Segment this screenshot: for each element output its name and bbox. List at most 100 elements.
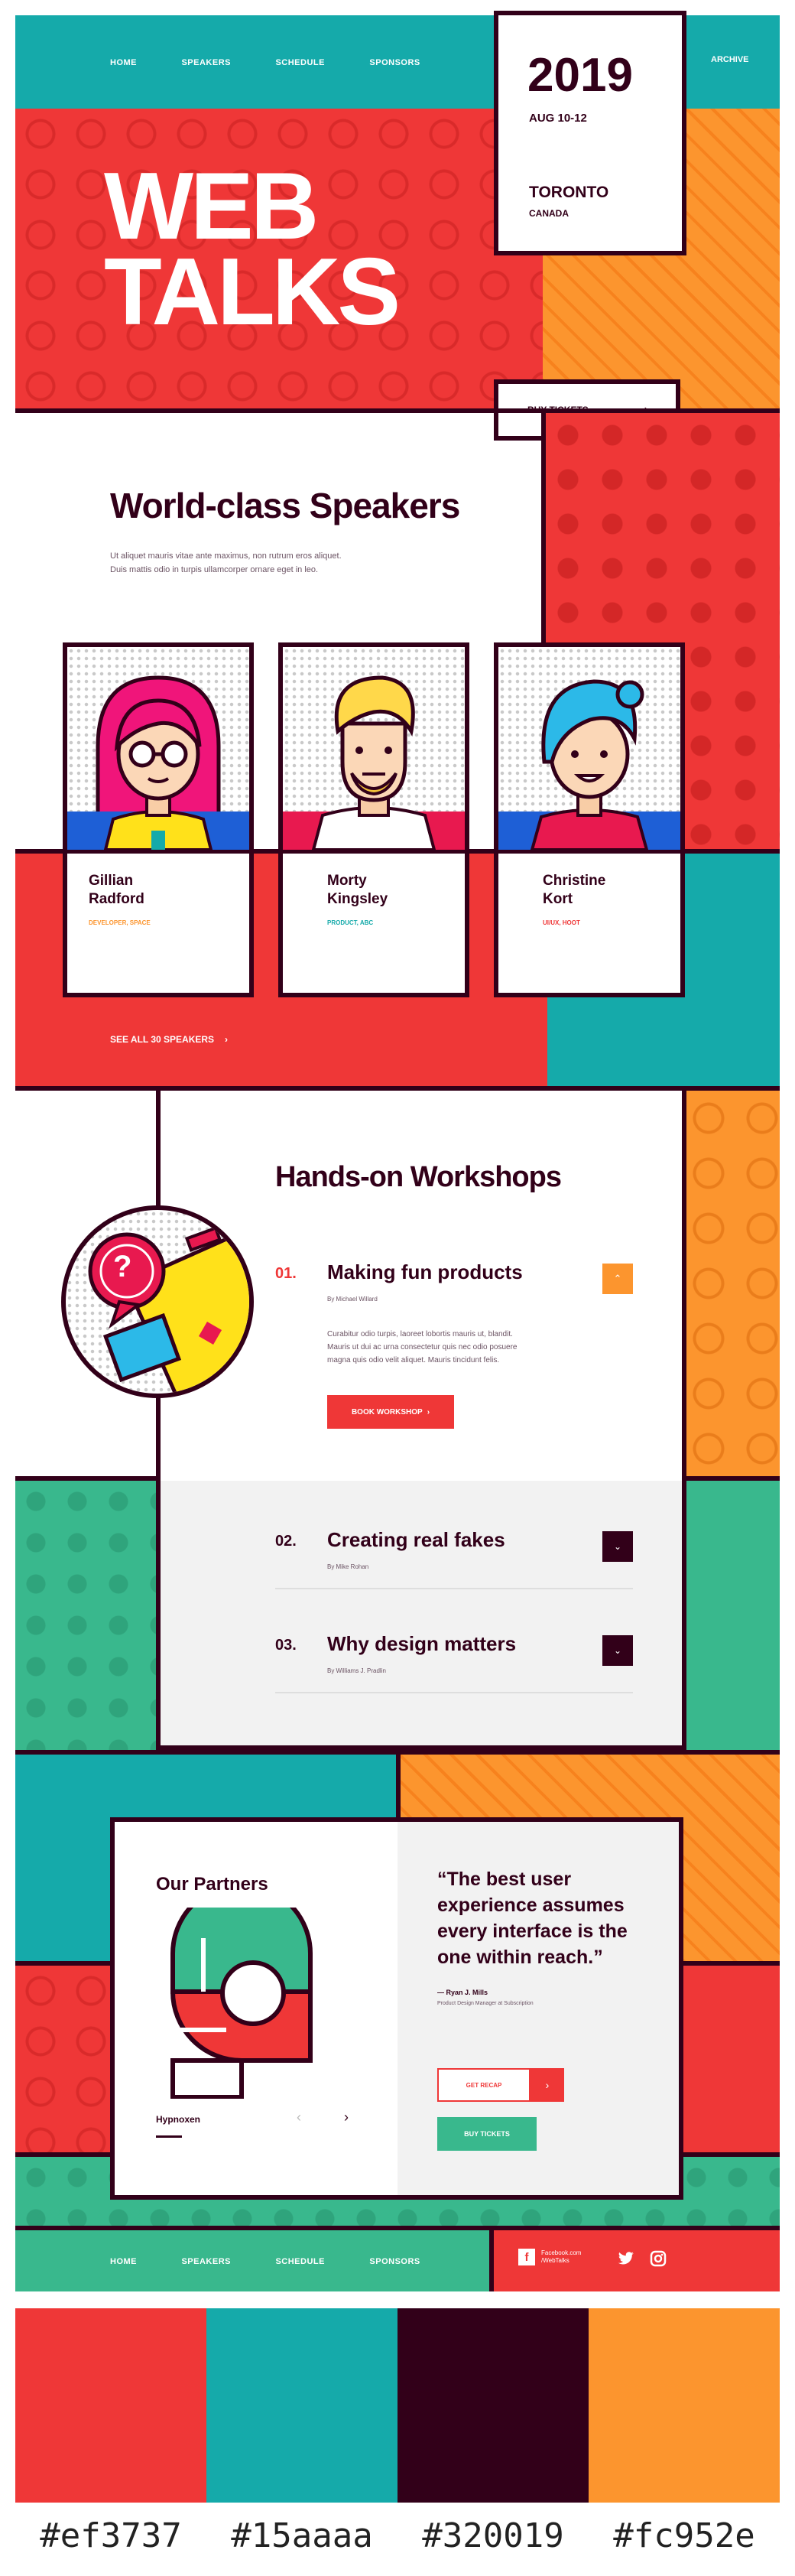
workshop-right-green bbox=[682, 1481, 780, 1750]
workshop-author: By Williams J. Pradlin bbox=[327, 1667, 386, 1674]
prev-partner-button[interactable]: ‹ bbox=[297, 2109, 301, 2126]
chevron-left-icon: ‹ bbox=[297, 2109, 301, 2125]
workshop-illustration: ? bbox=[61, 1205, 254, 1398]
footer-nav-sponsors[interactable]: SPONSORS bbox=[369, 2257, 420, 2266]
speaker-role: DEVELOPER, SPACE bbox=[89, 919, 151, 926]
footer-nav-schedule[interactable]: SCHEDULE bbox=[275, 2257, 325, 2266]
hero-title: WEB TALKS bbox=[104, 159, 401, 340]
partner-indicator bbox=[156, 2135, 182, 2138]
workshop-description-line1: Curabitur odio turpis, laoreet lobortis … bbox=[327, 1330, 513, 1338]
speaker-card[interactable]: Christine Kort UI/UX, HOOT bbox=[494, 642, 685, 997]
speaker-role: PRODUCT, ABC bbox=[327, 919, 374, 926]
palette-labels: #ef3737 #15aaaa #320019 #fc952e bbox=[15, 2516, 780, 2555]
swatch-label: #ef3737 bbox=[40, 2516, 182, 2555]
speakers-title: World-class Speakers bbox=[110, 486, 460, 525]
speaker-name: Morty Kingsley bbox=[327, 872, 388, 909]
speaker-last-name: Kort bbox=[543, 891, 573, 907]
partners-panel: Our Partners Hypnoxen ‹ › “The best user… bbox=[110, 1817, 683, 2200]
facebook-label: Facebook.com /WebTalks bbox=[541, 2249, 581, 2265]
page: HOME SPEAKERS SCHEDULE SPONSORS ARCHIVE … bbox=[0, 0, 795, 2576]
nav-schedule[interactable]: SCHEDULE bbox=[275, 58, 325, 67]
footer-nav-bar: HOME SPEAKERS SCHEDULE SPONSORS bbox=[15, 2230, 494, 2291]
event-year: 2019 bbox=[527, 49, 633, 102]
speaker-name: Gillian Radford bbox=[89, 872, 144, 909]
workshop-description-line3: magna quis odio velit aliquet. Mauris ti… bbox=[327, 1356, 500, 1364]
nav-archive[interactable]: ARCHIVE bbox=[711, 55, 749, 64]
separator bbox=[275, 1692, 633, 1693]
partners-buy-tickets-label: BUY TICKETS bbox=[464, 2130, 510, 2138]
see-all-speakers-link[interactable]: SEE ALL 30 SPEAKERS › bbox=[110, 1034, 228, 1045]
book-workshop-button[interactable]: BOOK WORKSHOP › bbox=[327, 1395, 454, 1429]
testimonial-quote: “The best user experience assumes every … bbox=[437, 1866, 628, 1970]
event-info-card: 2019 AUG 10-12 TORONTO CANADA bbox=[494, 11, 686, 255]
footer-nav-speakers[interactable]: SPEAKERS bbox=[181, 2257, 231, 2266]
book-workshop-label: BOOK WORKSHOP bbox=[351, 1407, 423, 1416]
chevron-down-icon: ⌄ bbox=[613, 1645, 622, 1656]
swatch-label: #fc952e bbox=[613, 2516, 755, 2555]
testimonial-quote-line3: every interface is the bbox=[437, 1921, 628, 1942]
nav-home[interactable]: HOME bbox=[110, 58, 137, 67]
swatch-dark bbox=[398, 2308, 589, 2503]
expand-button[interactable]: ⌄ bbox=[602, 1531, 633, 1562]
speaker-avatar bbox=[283, 647, 465, 854]
workshop-title[interactable]: Why design matters bbox=[327, 1632, 516, 1656]
workshop-description: Curabitur odio turpis, laoreet lobortis … bbox=[327, 1328, 517, 1367]
speaker-avatar bbox=[498, 647, 680, 854]
testimonial-author: — Ryan J. Mills bbox=[437, 1989, 488, 1996]
speaker-first-name: Gillian bbox=[89, 873, 134, 889]
question-bubble-icon bbox=[88, 1226, 249, 1394]
speaker-first-name: Christine bbox=[543, 873, 606, 889]
speaker-last-name: Kingsley bbox=[327, 891, 388, 907]
facebook-icon: f bbox=[518, 2249, 535, 2265]
speaker-first-name: Morty bbox=[327, 873, 367, 889]
footer-nav-home[interactable]: HOME bbox=[110, 2257, 137, 2266]
testimonial-author-role: Product Design Manager at Subscription bbox=[437, 2001, 534, 2006]
swatch-teal bbox=[206, 2308, 398, 2503]
man-avatar-icon bbox=[283, 675, 465, 851]
facebook-link[interactable]: f Facebook.com /WebTalks bbox=[518, 2249, 581, 2265]
chevron-up-icon: ⌃ bbox=[613, 1273, 622, 1284]
speaker-avatar bbox=[67, 647, 249, 854]
partners-title: Our Partners bbox=[156, 1874, 268, 1895]
facebook-label-line2: /WebTalks bbox=[541, 2257, 569, 2264]
footer-social-bar: f Facebook.com /WebTalks bbox=[494, 2230, 780, 2291]
nav-sponsors[interactable]: SPONSORS bbox=[369, 58, 420, 67]
partner-name: Hypnoxen bbox=[156, 2114, 201, 2125]
chevron-right-icon: › bbox=[225, 1034, 229, 1045]
partners-buy-tickets-button[interactable]: BUY TICKETS bbox=[437, 2117, 537, 2151]
speakers-intro-line1: Ut aliquet mauris vitae ante maximus, no… bbox=[110, 551, 342, 561]
speaker-card[interactable]: Gillian Radford DEVELOPER, SPACE bbox=[63, 642, 254, 997]
expand-button[interactable]: ⌄ bbox=[602, 1635, 633, 1666]
twitter-icon[interactable] bbox=[618, 2252, 634, 2265]
workshop-number: 02. bbox=[275, 1533, 297, 1550]
submit-arrow-button[interactable]: › bbox=[531, 2068, 564, 2102]
speaker-last-name: Radford bbox=[89, 891, 144, 907]
partner-logo-icon bbox=[170, 1908, 313, 2099]
speaker-name: Christine Kort bbox=[543, 872, 605, 909]
speaker-card[interactable]: Morty Kingsley PRODUCT, ABC bbox=[278, 642, 469, 997]
woman-blue-hair-avatar-icon bbox=[498, 679, 680, 851]
workshop-title[interactable]: Making fun products bbox=[327, 1260, 523, 1284]
next-partner-button[interactable]: › bbox=[344, 2109, 349, 2126]
collapse-button[interactable]: ⌃ bbox=[602, 1264, 633, 1294]
workshop-author: By Michael Willard bbox=[327, 1296, 378, 1303]
testimonial-quote-line1: “The best user bbox=[437, 1869, 572, 1890]
swatch-red bbox=[15, 2308, 206, 2503]
event-country: CANADA bbox=[529, 208, 569, 219]
nav-speakers[interactable]: SPEAKERS bbox=[181, 58, 231, 67]
chevron-down-icon: ⌄ bbox=[613, 1541, 622, 1552]
chevron-right-icon: › bbox=[545, 2079, 550, 2091]
hero-banner: WEB TALKS bbox=[15, 109, 543, 408]
speakers-intro: Ut aliquet mauris vitae ante maximus, no… bbox=[110, 549, 342, 577]
top-nav-bar: HOME SPEAKERS SCHEDULE SPONSORS bbox=[15, 15, 501, 109]
testimonial-quote-line4: one within reach.” bbox=[437, 1947, 603, 1968]
workshop-number: 03. bbox=[275, 1637, 297, 1654]
footer-nav: HOME SPEAKERS SCHEDULE SPONSORS bbox=[110, 2254, 462, 2268]
workshop-number: 01. bbox=[275, 1265, 297, 1282]
color-palette bbox=[15, 2308, 780, 2503]
question-mark: ? bbox=[113, 1250, 132, 1283]
instagram-icon[interactable] bbox=[650, 2250, 667, 2267]
testimonial-quote-line2: experience assumes bbox=[437, 1895, 625, 1916]
email-recap-field[interactable]: GET RECAP bbox=[437, 2068, 531, 2102]
workshop-title[interactable]: Creating real fakes bbox=[327, 1528, 505, 1552]
